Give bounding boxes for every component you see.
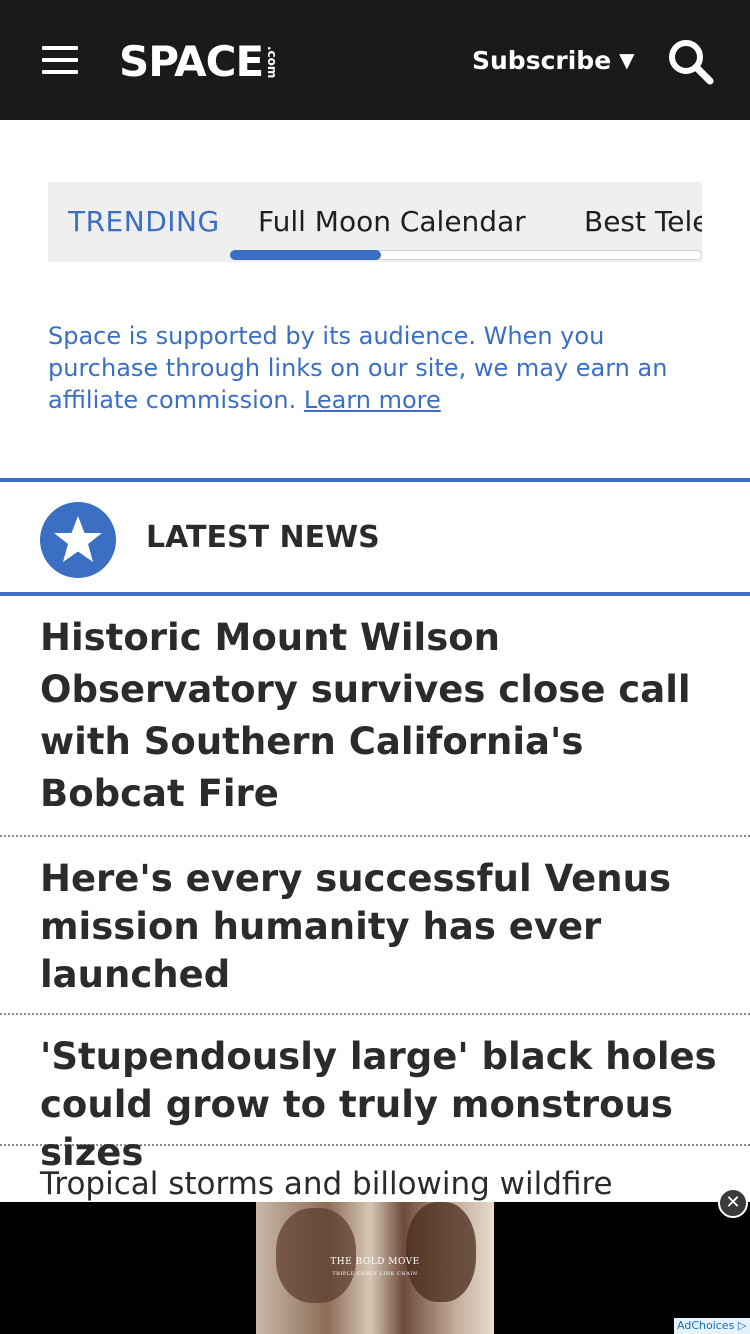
trending-link[interactable]: Best Tele [584,202,702,242]
news-item[interactable]: 'Stupendously large' black holes could g… [0,1015,750,1174]
news-headline[interactable]: 'Stupendously large' black holes could g… [40,1033,720,1177]
site-header: SPACE .com Subscribe ▼ [0,0,750,120]
adchoices-label: AdChoices [677,1319,735,1332]
trending-scrollbar-thumb[interactable] [230,250,381,260]
latest-news-header: LATEST NEWS [0,478,750,596]
ad-headline: THE BOLD MOVE [330,1257,420,1267]
ad-banner[interactable]: THE BOLD MOVE TRIPLE CABLE LINK CHAIN [0,1202,750,1334]
ad-model-left [276,1208,356,1303]
site-logo[interactable]: SPACE .com [119,38,279,86]
star-icon [40,502,116,578]
menu-icon[interactable] [40,44,80,76]
section-title: LATEST NEWS [146,520,380,555]
news-item[interactable]: Here's every successful Venus mission hu… [0,837,750,1015]
ad-model-right [406,1202,476,1302]
subscribe-button[interactable]: Subscribe ▼ [472,42,635,78]
close-icon[interactable]: ✕ [718,1188,748,1218]
trending-link[interactable]: Full Moon Calendar [258,202,526,242]
news-summary[interactable]: Tropical storms and billowing wildfire [40,1160,720,1208]
adchoices-icon: ▷ [737,1319,747,1332]
trending-bar: TRENDING Full Moon Calendar Best Tele [48,182,702,262]
news-item[interactable]: Historic Mount Wilson Observatory surviv… [0,596,750,837]
search-icon[interactable] [665,36,715,86]
ad-image[interactable]: THE BOLD MOVE TRIPLE CABLE LINK CHAIN [256,1202,494,1334]
trending-label: TRENDING [68,205,220,238]
news-headline[interactable]: Historic Mount Wilson Observatory surviv… [40,612,720,820]
caret-down-icon: ▼ [619,48,635,72]
affiliate-disclosure: Space is supported by its audience. When… [48,320,708,416]
adchoices-link[interactable]: AdChoices ▷ [674,1318,750,1334]
ad-subline: TRIPLE CABLE LINK CHAIN [332,1271,418,1277]
subscribe-label: Subscribe [472,45,612,75]
learn-more-link[interactable]: Learn more [304,386,441,414]
logo-suffix: .com [265,45,280,79]
news-headline[interactable]: Here's every successful Venus mission hu… [40,855,720,999]
logo-wordmark: SPACE [119,37,264,86]
